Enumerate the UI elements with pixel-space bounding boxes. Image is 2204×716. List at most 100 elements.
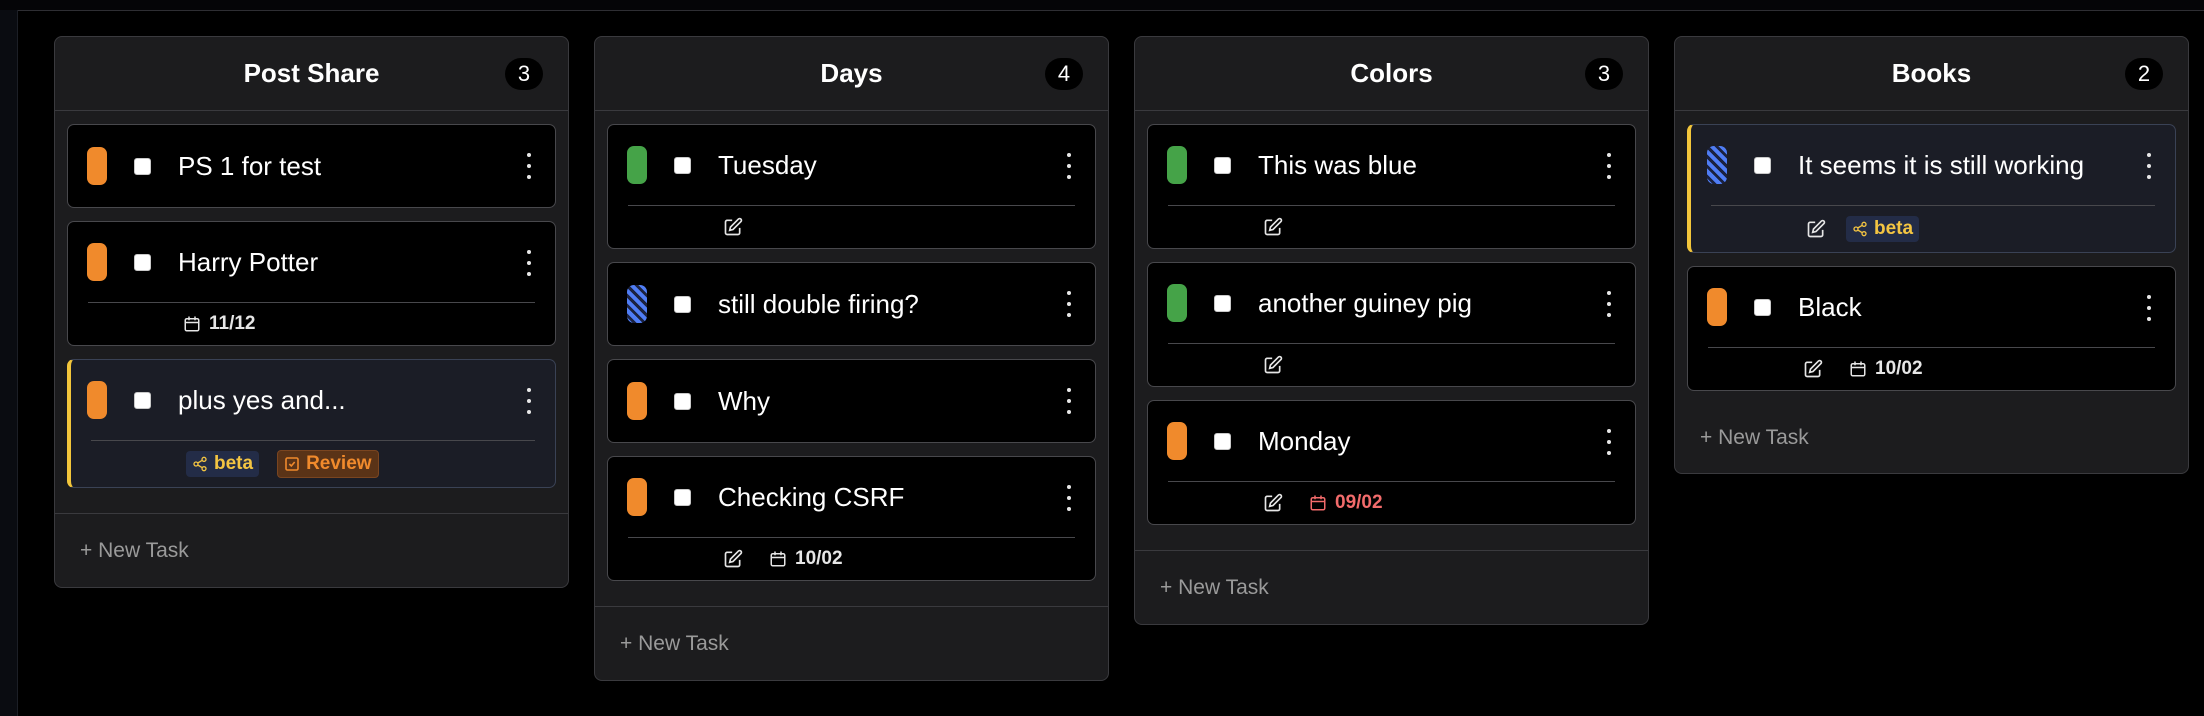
new-task-button[interactable]: + New Task bbox=[595, 606, 1108, 680]
status-indicator bbox=[1707, 288, 1727, 326]
edit-icon[interactable] bbox=[1263, 217, 1283, 237]
task-count-badge: 3 bbox=[505, 58, 543, 90]
more-options-icon[interactable] bbox=[1063, 153, 1075, 179]
due-date: 10/02 bbox=[769, 548, 843, 570]
column-colors: Colors 3 This was blue another guiney pi… bbox=[1134, 36, 1649, 625]
task-checkbox[interactable] bbox=[1214, 156, 1231, 174]
column-books: Books 2 It seems it is still working bet… bbox=[1674, 36, 2189, 474]
task-list: PS 1 for test Harry Potter 11/12 plus ye… bbox=[55, 111, 568, 500]
status-indicator bbox=[1707, 146, 1727, 184]
status-indicator bbox=[1167, 146, 1187, 184]
task-title[interactable]: It seems it is still working bbox=[1798, 150, 2084, 181]
task-checkbox[interactable] bbox=[134, 253, 151, 271]
left-edge-panel bbox=[0, 10, 18, 716]
tag-beta[interactable]: beta bbox=[186, 451, 260, 477]
task-title[interactable]: Monday bbox=[1258, 426, 1351, 457]
more-options-icon[interactable] bbox=[1603, 429, 1615, 455]
task-title[interactable]: Black bbox=[1798, 292, 1862, 323]
task-card-highlighted[interactable]: plus yes and... beta Review bbox=[67, 359, 556, 488]
task-card[interactable]: Why bbox=[607, 359, 1096, 443]
task-title[interactable]: still double firing? bbox=[718, 289, 919, 320]
tag-label: beta bbox=[1874, 218, 1914, 239]
share-icon bbox=[192, 456, 208, 472]
tag-review[interactable]: Review bbox=[277, 450, 379, 478]
task-meta bbox=[1168, 343, 1615, 386]
task-meta: beta bbox=[1711, 205, 2155, 252]
due-date-text: 10/02 bbox=[1875, 358, 1923, 379]
column-header: Post Share 3 bbox=[55, 37, 568, 111]
more-options-icon[interactable] bbox=[523, 153, 535, 179]
status-indicator bbox=[87, 381, 107, 419]
task-checkbox[interactable] bbox=[134, 157, 151, 175]
task-checkbox[interactable] bbox=[674, 392, 691, 410]
edit-icon[interactable] bbox=[723, 549, 743, 569]
status-indicator bbox=[1167, 422, 1187, 460]
tag-beta[interactable]: beta bbox=[1846, 216, 1920, 242]
task-card[interactable]: Monday 09/02 bbox=[1147, 400, 1636, 525]
task-card[interactable]: Black 10/02 bbox=[1687, 266, 2176, 391]
more-options-icon[interactable] bbox=[1063, 388, 1075, 414]
edit-icon[interactable] bbox=[1803, 359, 1823, 379]
column-days: Days 4 Tuesday still double firing? Why … bbox=[594, 36, 1109, 681]
task-checkbox[interactable] bbox=[134, 391, 151, 409]
task-card[interactable]: another guiney pig bbox=[1147, 262, 1636, 387]
status-indicator bbox=[87, 147, 107, 185]
task-title[interactable]: Harry Potter bbox=[178, 247, 318, 278]
column-title: Post Share bbox=[243, 58, 380, 88]
more-options-icon[interactable] bbox=[523, 250, 535, 276]
task-card[interactable]: Checking CSRF 10/02 bbox=[607, 456, 1096, 581]
task-title[interactable]: PS 1 for test bbox=[178, 151, 321, 182]
checkbox-icon bbox=[284, 456, 300, 472]
new-task-button[interactable]: + New Task bbox=[1135, 550, 1648, 624]
task-card-highlighted[interactable]: It seems it is still working beta bbox=[1687, 124, 2176, 253]
column-header: Colors 3 bbox=[1135, 37, 1648, 111]
task-meta: 10/02 bbox=[628, 537, 1075, 580]
status-indicator bbox=[627, 285, 647, 323]
calendar-icon bbox=[769, 550, 787, 568]
top-bar bbox=[0, 0, 2204, 11]
task-title[interactable]: Checking CSRF bbox=[718, 482, 904, 513]
edit-icon[interactable] bbox=[723, 217, 743, 237]
more-options-icon[interactable] bbox=[2143, 295, 2155, 321]
more-options-icon[interactable] bbox=[1603, 291, 1615, 317]
task-checkbox[interactable] bbox=[674, 156, 691, 174]
tag-label: Review bbox=[306, 453, 372, 474]
new-task-button[interactable]: + New Task bbox=[1675, 403, 2188, 473]
task-card[interactable]: Harry Potter 11/12 bbox=[67, 221, 556, 346]
due-date-text: 09/02 bbox=[1335, 492, 1383, 513]
task-title[interactable]: Why bbox=[718, 386, 770, 417]
task-checkbox[interactable] bbox=[1214, 432, 1231, 450]
task-title[interactable]: another guiney pig bbox=[1258, 288, 1472, 319]
task-checkbox[interactable] bbox=[1214, 294, 1231, 312]
more-options-icon[interactable] bbox=[1063, 291, 1075, 317]
status-indicator bbox=[627, 478, 647, 516]
column-title: Days bbox=[820, 58, 883, 88]
share-icon bbox=[1852, 221, 1868, 237]
column-title: Books bbox=[1891, 58, 1972, 88]
more-options-icon[interactable] bbox=[1603, 153, 1615, 179]
task-title[interactable]: plus yes and... bbox=[178, 385, 346, 416]
task-title[interactable]: Tuesday bbox=[718, 150, 817, 181]
edit-icon[interactable] bbox=[1806, 219, 1826, 239]
task-checkbox[interactable] bbox=[1754, 156, 1771, 174]
status-indicator bbox=[627, 382, 647, 420]
status-indicator bbox=[87, 243, 107, 281]
task-meta bbox=[1168, 205, 1615, 248]
task-card[interactable]: still double firing? bbox=[607, 262, 1096, 346]
task-checkbox[interactable] bbox=[1754, 298, 1771, 316]
more-options-icon[interactable] bbox=[523, 388, 535, 414]
task-title[interactable]: This was blue bbox=[1258, 150, 1417, 181]
task-card[interactable]: PS 1 for test bbox=[67, 124, 556, 208]
task-checkbox[interactable] bbox=[674, 488, 691, 506]
calendar-icon bbox=[1849, 360, 1867, 378]
task-card[interactable]: Tuesday bbox=[607, 124, 1096, 249]
edit-icon[interactable] bbox=[1263, 493, 1283, 513]
more-options-icon[interactable] bbox=[1063, 485, 1075, 511]
more-options-icon[interactable] bbox=[2143, 153, 2155, 179]
task-meta bbox=[628, 205, 1075, 248]
edit-icon[interactable] bbox=[1263, 355, 1283, 375]
task-card[interactable]: This was blue bbox=[1147, 124, 1636, 249]
tag-label: beta bbox=[214, 453, 254, 474]
task-checkbox[interactable] bbox=[674, 295, 691, 313]
new-task-button[interactable]: + New Task bbox=[55, 513, 568, 587]
